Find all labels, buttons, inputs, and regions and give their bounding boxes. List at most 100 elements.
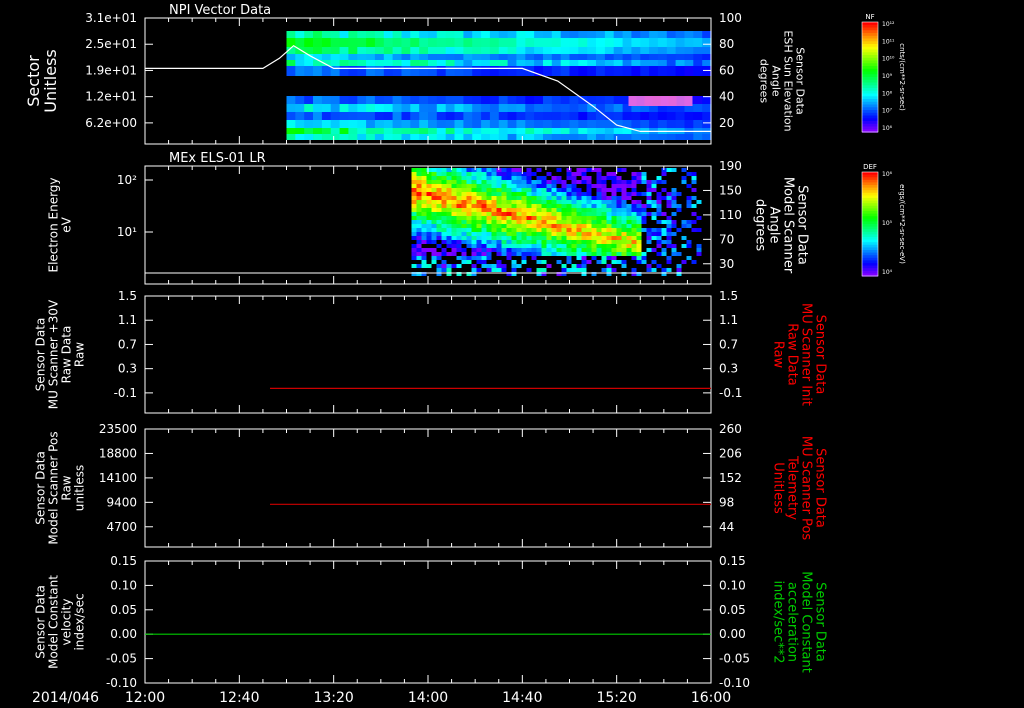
heatmap-cell	[441, 240, 447, 244]
heatmap-cell	[472, 128, 482, 134]
heatmap-cell	[686, 244, 692, 248]
heatmap-cell	[421, 220, 427, 224]
heatmap-cell	[451, 204, 457, 208]
heatmap-cell	[472, 47, 482, 54]
y-axis-label-line: Model Scanner Pos	[47, 431, 61, 544]
heatmap-cell	[295, 66, 305, 76]
heatmap-cell	[421, 192, 427, 196]
heatmap-cell	[486, 232, 492, 236]
heatmap-cell	[421, 168, 427, 172]
heatmap-cell	[566, 220, 572, 224]
y-axis-label-right-line: degrees	[757, 59, 770, 104]
heatmap-cell	[516, 31, 526, 38]
heatmap-cell	[416, 192, 422, 196]
heatmap-cell	[321, 120, 332, 128]
y-tick-label: 4700	[106, 520, 137, 534]
heatmap-cell	[534, 47, 544, 54]
heatmap-cell	[541, 208, 547, 212]
heatmap-cell	[571, 220, 577, 224]
heatmap-cell	[416, 184, 422, 188]
heatmap-cell	[621, 240, 627, 244]
heatmap-cell	[560, 120, 571, 128]
heatmap-cell	[560, 31, 571, 38]
heatmap-cell	[446, 268, 452, 272]
heatmap-cell	[428, 120, 438, 128]
heatmap-cell	[428, 128, 438, 134]
heatmap-cell	[569, 54, 579, 60]
heatmap-cell	[506, 188, 512, 192]
heatmap-cell	[471, 196, 477, 200]
heatmap-cell	[686, 184, 692, 188]
heatmap-cell	[646, 268, 652, 272]
heatmap-cell	[456, 188, 462, 192]
heatmap-cell	[531, 224, 537, 228]
heatmap-cell	[556, 240, 562, 244]
heatmap-cell	[651, 268, 657, 272]
heatmap-cell	[536, 212, 542, 216]
heatmap-cell	[441, 236, 447, 240]
heatmap-cell	[446, 184, 452, 188]
heatmap-cell	[702, 47, 712, 54]
heatmap-cell	[511, 252, 517, 256]
colorbar-tick: 10⁸	[882, 90, 893, 97]
heatmap-cell	[516, 196, 522, 200]
heatmap-cell	[686, 224, 692, 228]
y-axis-label-line: Raw Data	[60, 326, 74, 384]
heatmap-cell	[286, 31, 296, 38]
heatmap-cell	[576, 236, 582, 240]
colorbar-unit-label: ergs/(cm**2-sr-sec-eV)	[898, 184, 906, 264]
heatmap-cell	[546, 248, 552, 252]
heatmap-cell	[531, 204, 537, 208]
heatmap-cell	[481, 38, 491, 47]
heatmap-cell	[451, 196, 457, 200]
heatmap-cell	[606, 236, 612, 240]
heatmap-cell	[531, 236, 537, 240]
heatmap-cell	[446, 240, 452, 244]
heatmap-cell	[511, 224, 517, 228]
heatmap-cell	[684, 38, 694, 47]
heatmap-cell	[676, 268, 682, 272]
heatmap-cell	[526, 228, 532, 232]
panel-title: MEx ELS-01 LR	[169, 151, 266, 166]
heatmap-cell	[693, 120, 703, 128]
heatmap-cell	[543, 38, 553, 47]
heatmap-cell	[428, 112, 438, 120]
heatmap-cell	[506, 176, 512, 180]
y-axis-label-line: MU Scanner +30V	[47, 299, 61, 409]
heatmap-cell	[431, 252, 437, 256]
heatmap-cell	[636, 204, 642, 208]
heatmap-cell	[616, 196, 622, 200]
heatmap-cell	[631, 208, 637, 212]
heatmap-cell	[445, 66, 456, 76]
heatmap-cell	[451, 228, 457, 232]
heatmap-cell	[621, 168, 627, 172]
heatmap-cell	[489, 38, 500, 47]
heatmap-cell	[466, 240, 472, 244]
heatmap-cell	[631, 120, 641, 128]
heatmap-cell	[561, 200, 567, 204]
heatmap-cell	[486, 176, 492, 180]
heatmap-cell	[569, 134, 579, 140]
heatmap-cell	[426, 212, 432, 216]
heatmap-cell	[626, 196, 632, 200]
heatmap-cell	[526, 244, 532, 248]
heatmap-cell	[461, 256, 467, 260]
heatmap-cell	[481, 168, 487, 172]
heatmap-cell	[586, 224, 592, 228]
heatmap-cell	[521, 204, 527, 208]
heatmap-cell	[456, 232, 462, 236]
heatmap-cell	[661, 172, 667, 176]
heatmap-cell	[571, 268, 577, 272]
heatmap-cell	[496, 228, 502, 232]
heatmap-cell	[411, 208, 417, 212]
y-axis-label-line: eV	[60, 216, 74, 232]
heatmap-cell	[501, 200, 507, 204]
heatmap-cell	[611, 232, 617, 236]
heatmap-cell	[446, 236, 452, 240]
heatmap-cell	[636, 212, 642, 216]
heatmap-cell	[428, 38, 438, 47]
heatmap-cell	[295, 128, 305, 134]
heatmap-cell	[476, 172, 482, 176]
heatmap-cell	[591, 196, 597, 200]
heatmap-cell	[461, 216, 467, 220]
